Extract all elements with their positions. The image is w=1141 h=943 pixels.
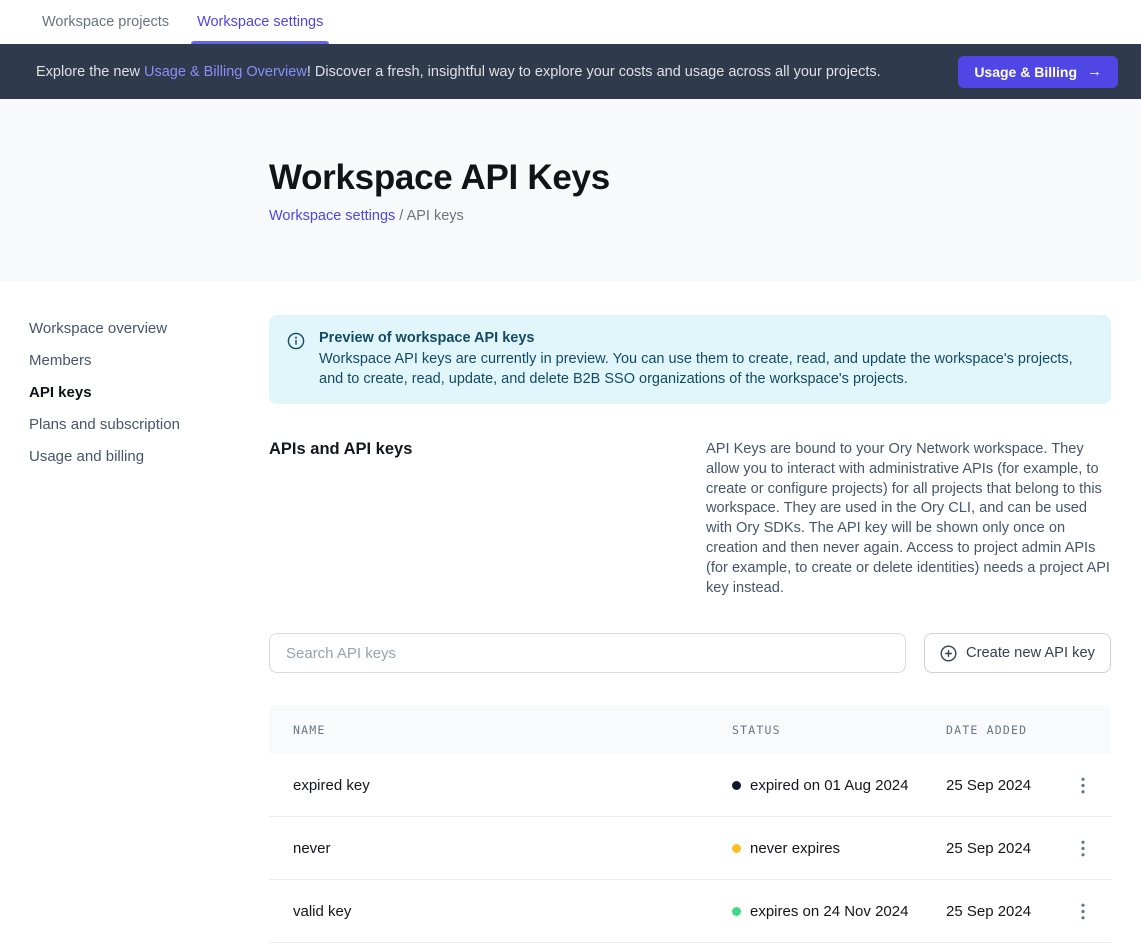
active-tab-underline [191, 41, 329, 44]
usage-billing-overview-link[interactable]: Usage & Billing Overview [144, 64, 307, 80]
status-text: never expires [750, 840, 840, 857]
row-menu-kebab-icon[interactable] [1071, 773, 1095, 797]
top-tab-bar: Workspace projects Workspace settings [0, 0, 1141, 44]
tab-workspace-settings[interactable]: Workspace settings [191, 0, 329, 44]
table-row: valid key expires on 24 Nov 2024 25 Sep … [269, 880, 1111, 943]
announcement-banner: Explore the new Usage & Billing Overview… [0, 44, 1141, 99]
status-text: expires on 24 Nov 2024 [750, 903, 908, 920]
api-key-status: expired on 01 Aug 2024 [732, 777, 946, 794]
table-row: never never expires 25 Sep 2024 [269, 817, 1111, 880]
tab-label: Workspace projects [42, 14, 169, 30]
table-header-row: NAME STATUS DATE ADDED [269, 705, 1111, 754]
usage-billing-button[interactable]: Usage & Billing → [958, 56, 1118, 88]
api-key-name: expired key [269, 777, 732, 794]
create-api-key-label: Create new API key [966, 645, 1095, 661]
alert-body: Workspace API keys are currently in prev… [319, 350, 1087, 389]
tab-label: Workspace settings [197, 14, 323, 30]
sidebar-item-usage-and-billing[interactable]: Usage and billing [29, 448, 269, 466]
alert-content: Preview of workspace API keys Workspace … [319, 330, 1087, 389]
alert-title: Preview of workspace API keys [319, 330, 1087, 346]
usage-billing-button-label: Usage & Billing [974, 64, 1077, 80]
breadcrumb-current: API keys [407, 208, 464, 224]
banner-message: Explore the new Usage & Billing Overview… [36, 64, 958, 80]
api-keys-section-intro: APIs and API keys API Keys are bound to … [269, 440, 1111, 598]
api-key-status: never expires [732, 840, 946, 857]
api-key-date-added: 25 Sep 2024 [946, 840, 1055, 857]
status-dot [732, 907, 741, 916]
api-key-name: never [269, 840, 732, 857]
column-header-status: STATUS [732, 723, 946, 737]
settings-sidebar: Workspace overview Members API keys Plan… [0, 281, 269, 943]
tab-workspace-projects[interactable]: Workspace projects [36, 0, 175, 44]
sidebar-item-api-keys[interactable]: API keys [29, 384, 269, 402]
section-description: API Keys are bound to your Ory Network w… [706, 440, 1111, 598]
plus-circle-icon [940, 645, 957, 662]
sidebar-item-members[interactable]: Members [29, 352, 269, 370]
status-text: expired on 01 Aug 2024 [750, 777, 908, 794]
sidebar-item-workspace-overview[interactable]: Workspace overview [29, 320, 269, 338]
breadcrumb: Workspace settings / API keys [269, 208, 1141, 224]
preview-alert: Preview of workspace API keys Workspace … [269, 315, 1111, 404]
section-heading: APIs and API keys [269, 440, 706, 598]
banner-text-suffix: ! Discover a fresh, insightful way to ex… [307, 64, 881, 80]
main-panel: Preview of workspace API keys Workspace … [269, 281, 1111, 943]
sidebar-item-plans-and-subscription[interactable]: Plans and subscription [29, 416, 269, 434]
api-keys-table: NAME STATUS DATE ADDED expired key expir… [269, 705, 1111, 943]
status-dot [732, 844, 741, 853]
status-dot [732, 781, 741, 790]
banner-text-prefix: Explore the new [36, 64, 144, 80]
api-key-name: valid key [269, 903, 732, 920]
table-row: expired key expired on 01 Aug 2024 25 Se… [269, 754, 1111, 817]
arrow-right-icon: → [1087, 63, 1102, 80]
breadcrumb-separator: / [395, 208, 406, 224]
create-api-key-button[interactable]: Create new API key [924, 633, 1111, 673]
content-area: Workspace overview Members API keys Plan… [0, 281, 1141, 943]
page-header: Workspace API Keys Workspace settings / … [0, 99, 1141, 281]
column-header-date-added: DATE ADDED [946, 723, 1055, 737]
breadcrumb-workspace-settings-link[interactable]: Workspace settings [269, 208, 395, 224]
table-controls: Create new API key [269, 633, 1111, 673]
api-key-date-added: 25 Sep 2024 [946, 777, 1055, 794]
api-key-date-added: 25 Sep 2024 [946, 903, 1055, 920]
page-title: Workspace API Keys [269, 158, 1141, 198]
search-input[interactable] [269, 633, 906, 673]
column-header-name: NAME [269, 723, 732, 737]
row-menu-kebab-icon[interactable] [1071, 836, 1095, 860]
row-menu-kebab-icon[interactable] [1071, 899, 1095, 923]
api-key-status: expires on 24 Nov 2024 [732, 903, 946, 920]
info-circle-icon [287, 332, 305, 350]
